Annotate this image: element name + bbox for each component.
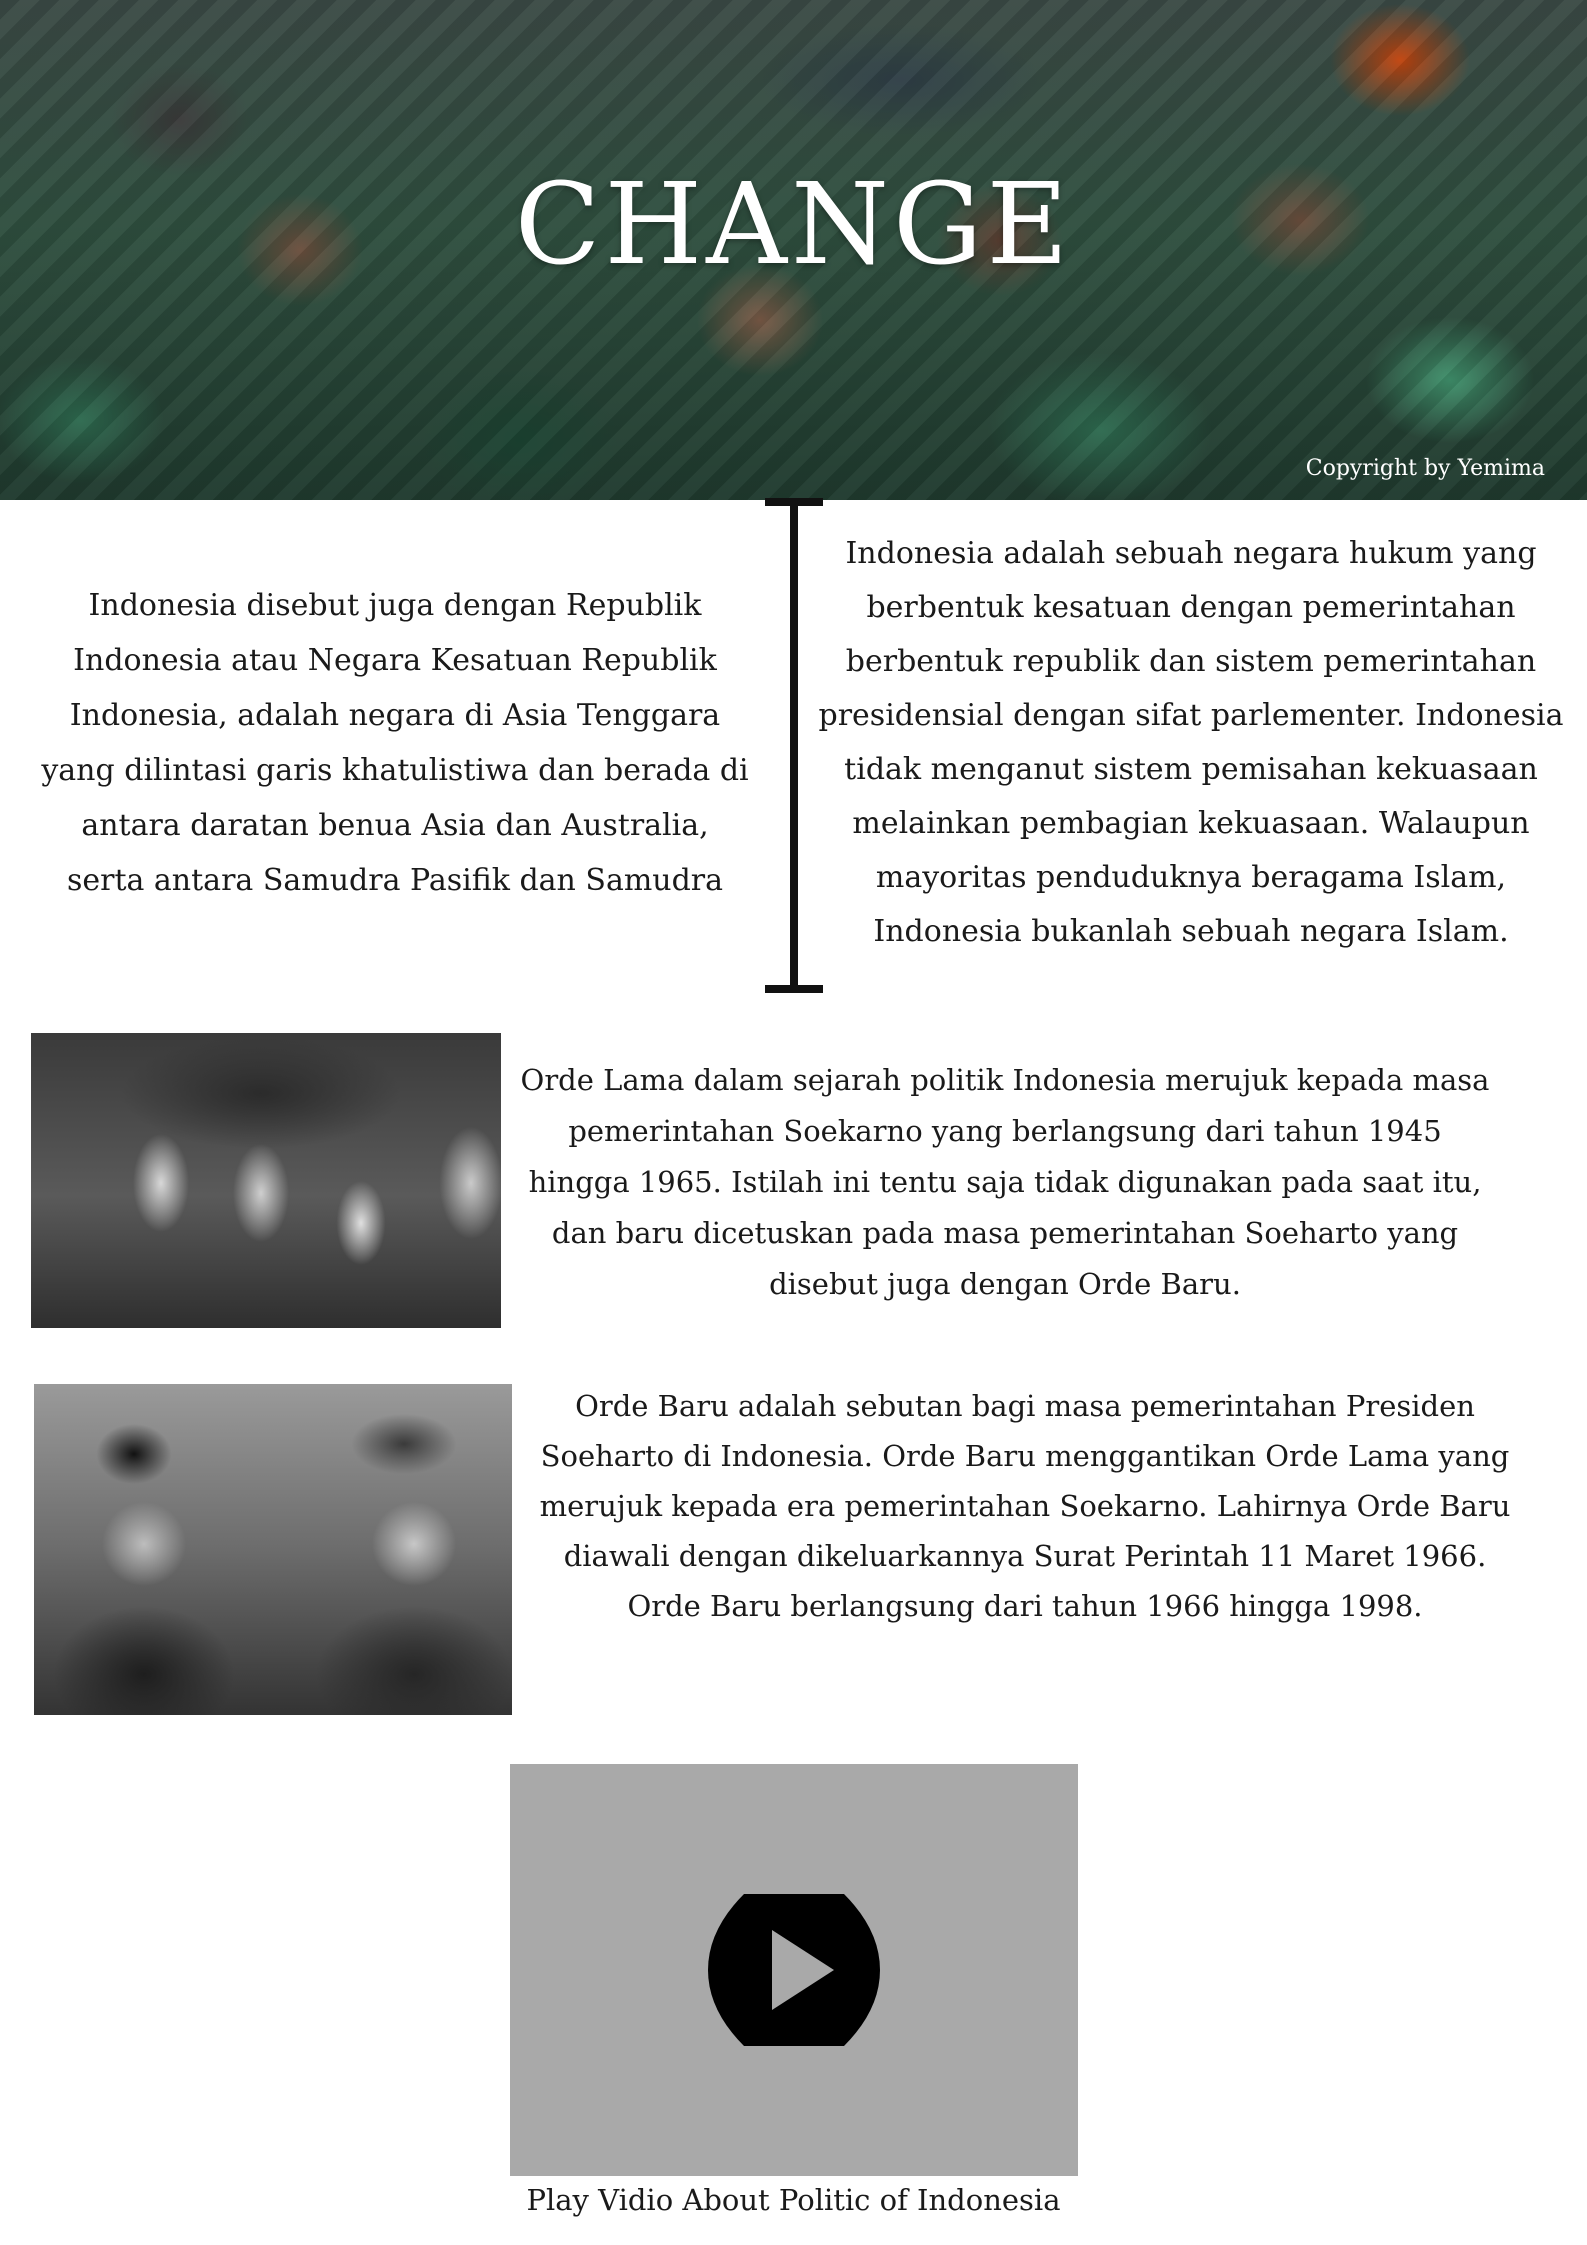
orde-lama-photo [31,1033,501,1328]
intro-paragraph-left: Indonesia disebut juga dengan Republik I… [41,588,749,898]
page-title: CHANGE [514,160,1073,290]
intro-paragraph-right: Indonesia adalah sebuah negara hukum yan… [818,536,1564,949]
orde-lama-paragraph: Orde Lama dalam sejarah politik Indonesi… [520,1063,1490,1301]
play-icon [708,1894,880,2046]
copyright-text: Copyright by Yemima [1305,456,1545,481]
video-player[interactable] [510,1764,1078,2176]
video-caption: Play Vidio About Politic of Indonesia [526,2183,1061,2217]
play-button[interactable] [704,1890,884,2050]
hero-banner: CHANGE Copyright by Yemima [0,0,1587,500]
orde-baru-photo [34,1384,512,1715]
orde-baru-paragraph: Orde Baru adalah sebutan bagi masa pemer… [539,1389,1511,1623]
